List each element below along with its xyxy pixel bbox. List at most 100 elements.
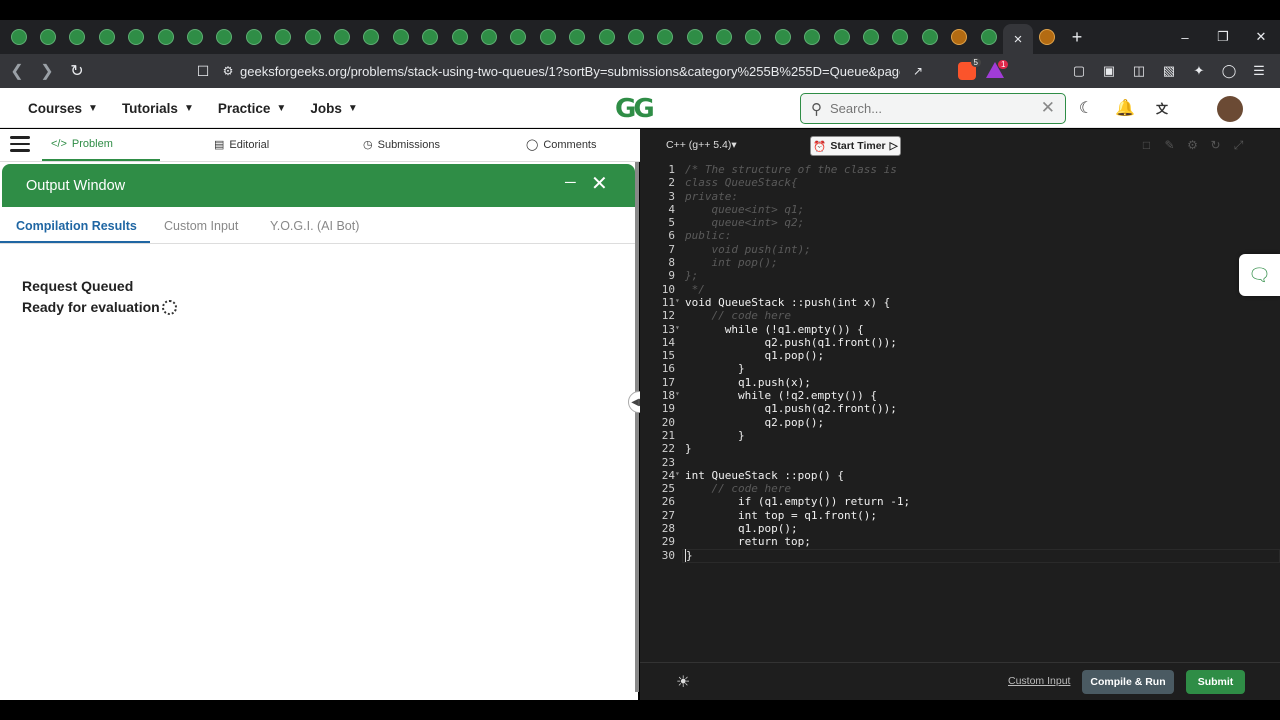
code-line[interactable]: 14 q2.push(q1.front());	[662, 336, 910, 349]
vpn-icon[interactable]: ◯	[1214, 58, 1244, 84]
code-line[interactable]: 17 q1.push(x);	[662, 376, 910, 389]
browser-tab[interactable]	[621, 23, 650, 51]
nav-jobs[interactable]: Jobs ▼	[310, 101, 357, 116]
code-line[interactable]: 5 queue<int> q2;	[668, 216, 910, 229]
code-content[interactable]: 1 /* The structure of the class is 2 class …	[662, 163, 910, 562]
code-line[interactable]: 24 ▾ int QueueStack ::pop() {	[662, 469, 910, 482]
code-line[interactable]: 16 }	[662, 362, 910, 375]
code-line[interactable]: 2 class QueueStack{	[668, 176, 910, 189]
nav-tutorials[interactable]: Tutorials ▼	[122, 101, 194, 116]
code-line[interactable]: 26 if (q1.empty()) return -1;	[662, 495, 910, 508]
nav-courses[interactable]: Courses ▼	[28, 101, 98, 116]
sidebar-icon[interactable]: ◫	[1124, 58, 1154, 84]
tab-editorial[interactable]: ▤ Editorial	[214, 138, 269, 152]
code-editor[interactable]: 1 /* The structure of the class is 2 class …	[640, 162, 1280, 662]
bookmark-icon[interactable]: ☐	[190, 63, 216, 80]
gfg-logo[interactable]: GG	[615, 94, 667, 124]
dark-mode-icon[interactable]: ☾	[1074, 96, 1098, 120]
notification-bell-icon[interactable]: 🔔	[1113, 96, 1137, 120]
browser-tab[interactable]	[33, 23, 62, 51]
output-scrollbar[interactable]	[635, 162, 639, 692]
reload-icon[interactable]: ↻	[64, 58, 90, 84]
chat-icon[interactable]: 🗨	[1239, 254, 1280, 296]
browser-tab[interactable]	[827, 23, 856, 51]
forward-icon[interactable]: ❯	[34, 58, 60, 84]
nav-practice[interactable]: Practice ▼	[218, 101, 286, 116]
browser-tab[interactable]	[386, 23, 415, 51]
settings-icon[interactable]: ⚙	[1181, 138, 1204, 153]
browser-tab[interactable]	[122, 23, 151, 51]
start-timer-button[interactable]: ⏰ Start Timer ▷	[810, 136, 901, 156]
code-line[interactable]: 23	[662, 456, 910, 469]
reader-icon[interactable]: ▣	[1094, 58, 1124, 84]
code-line[interactable]: 29 return top;	[662, 535, 910, 548]
clear-icon[interactable]: ✕	[1041, 98, 1055, 118]
code-line[interactable]: 13 ▾ while (!q1.empty()) {	[662, 323, 910, 336]
code-line[interactable]: 8 int pop();	[668, 256, 910, 269]
code-line[interactable]: 10 */	[662, 283, 910, 296]
code-line[interactable]: 11 ▾ void QueueStack ::push(int x) {	[662, 296, 910, 309]
code-line[interactable]: 22}	[662, 442, 910, 455]
code-line[interactable]: 19 q1.push(q2.front());	[662, 402, 910, 415]
edit-icon[interactable]: ✎	[1158, 138, 1181, 153]
tab-comments[interactable]: ◯ Comments	[526, 138, 597, 152]
back-icon[interactable]: ❮	[4, 58, 30, 84]
browser-tab[interactable]	[651, 23, 680, 51]
code-line[interactable]: 27 int top = q1.front();	[662, 509, 910, 522]
browser-tab[interactable]	[562, 23, 591, 51]
browser-tab[interactable]	[210, 23, 239, 51]
browser-tab[interactable]	[504, 23, 533, 51]
minimize-window-icon[interactable]: –	[1166, 20, 1204, 54]
browser-tab[interactable]	[768, 23, 797, 51]
browser-tab[interactable]	[974, 23, 1003, 51]
browser-tab[interactable]	[945, 23, 974, 51]
hamburger-menu-icon[interactable]	[10, 136, 30, 156]
browser-tab[interactable]	[4, 23, 33, 51]
browser-tab[interactable]	[886, 23, 915, 51]
browser-tab[interactable]	[856, 23, 885, 51]
code-line[interactable]: 15 q1.pop();	[662, 349, 910, 362]
hint-bulb-icon[interactable]: ☀	[676, 672, 690, 692]
search-box[interactable]: ⚲ ✕	[800, 93, 1066, 124]
code-line[interactable]: 6 public:	[668, 229, 910, 242]
submit-button[interactable]: Submit	[1186, 670, 1245, 694]
code-line[interactable]: 28 q1.pop();	[662, 522, 910, 535]
copy-icon[interactable]: □	[1135, 138, 1158, 153]
compile-run-button[interactable]: Compile & Run	[1082, 670, 1174, 694]
code-line[interactable]: 1 /* The structure of the class is	[668, 163, 910, 176]
url-text[interactable]: geeksforgeeks.org/problems/stack-using-t…	[240, 64, 900, 79]
code-line[interactable]: 12 // code here	[662, 309, 910, 322]
restore-window-icon[interactable]: ❐	[1204, 20, 1242, 54]
browser-tab[interactable]	[709, 23, 738, 51]
tab-compilation-results[interactable]: Compilation Results	[16, 219, 137, 233]
browser-tab[interactable]	[739, 23, 768, 51]
browser-tab[interactable]	[680, 23, 709, 51]
avatar[interactable]	[1217, 96, 1243, 122]
fold-arrow-icon[interactable]: ▾	[675, 323, 680, 332]
minimize-icon[interactable]: ─	[565, 174, 576, 191]
fold-arrow-icon[interactable]: ▾	[675, 389, 680, 398]
language-select[interactable]: C++ (g++ 5.4)▾	[666, 139, 737, 151]
code-line[interactable]: 4 queue<int> q1;	[668, 203, 910, 216]
menu-icon[interactable]: ☰	[1244, 58, 1274, 84]
leo-ai-icon[interactable]: ✦	[1184, 58, 1214, 84]
browser-tab[interactable]	[63, 23, 92, 51]
browser-tab[interactable]	[269, 23, 298, 51]
browser-tab[interactable]	[415, 23, 444, 51]
browser-tab[interactable]	[445, 23, 474, 51]
wallet-icon[interactable]: ▧	[1154, 58, 1184, 84]
extensions-icon[interactable]: ▢	[1064, 58, 1094, 84]
url-field[interactable]: ☐ ⚙ geeksforgeeks.org/problems/stack-usi…	[190, 57, 1010, 85]
code-line[interactable]: 7 void push(int);	[668, 243, 910, 256]
search-input[interactable]	[830, 101, 1030, 116]
browser-tab[interactable]	[298, 23, 327, 51]
fold-arrow-icon[interactable]: ▾	[675, 296, 680, 305]
browser-tab[interactable]	[915, 23, 944, 51]
custom-input-link[interactable]: Custom Input	[1008, 675, 1070, 687]
tab-close-icon[interactable]: ×	[1014, 31, 1023, 48]
browser-tab[interactable]	[1033, 23, 1062, 51]
code-line[interactable]: 21 }	[662, 429, 910, 442]
code-line[interactable]: 18 ▾ while (!q2.empty()) {	[662, 389, 910, 402]
new-tab-button[interactable]: +	[1062, 27, 1092, 48]
browser-tab[interactable]	[92, 23, 121, 51]
